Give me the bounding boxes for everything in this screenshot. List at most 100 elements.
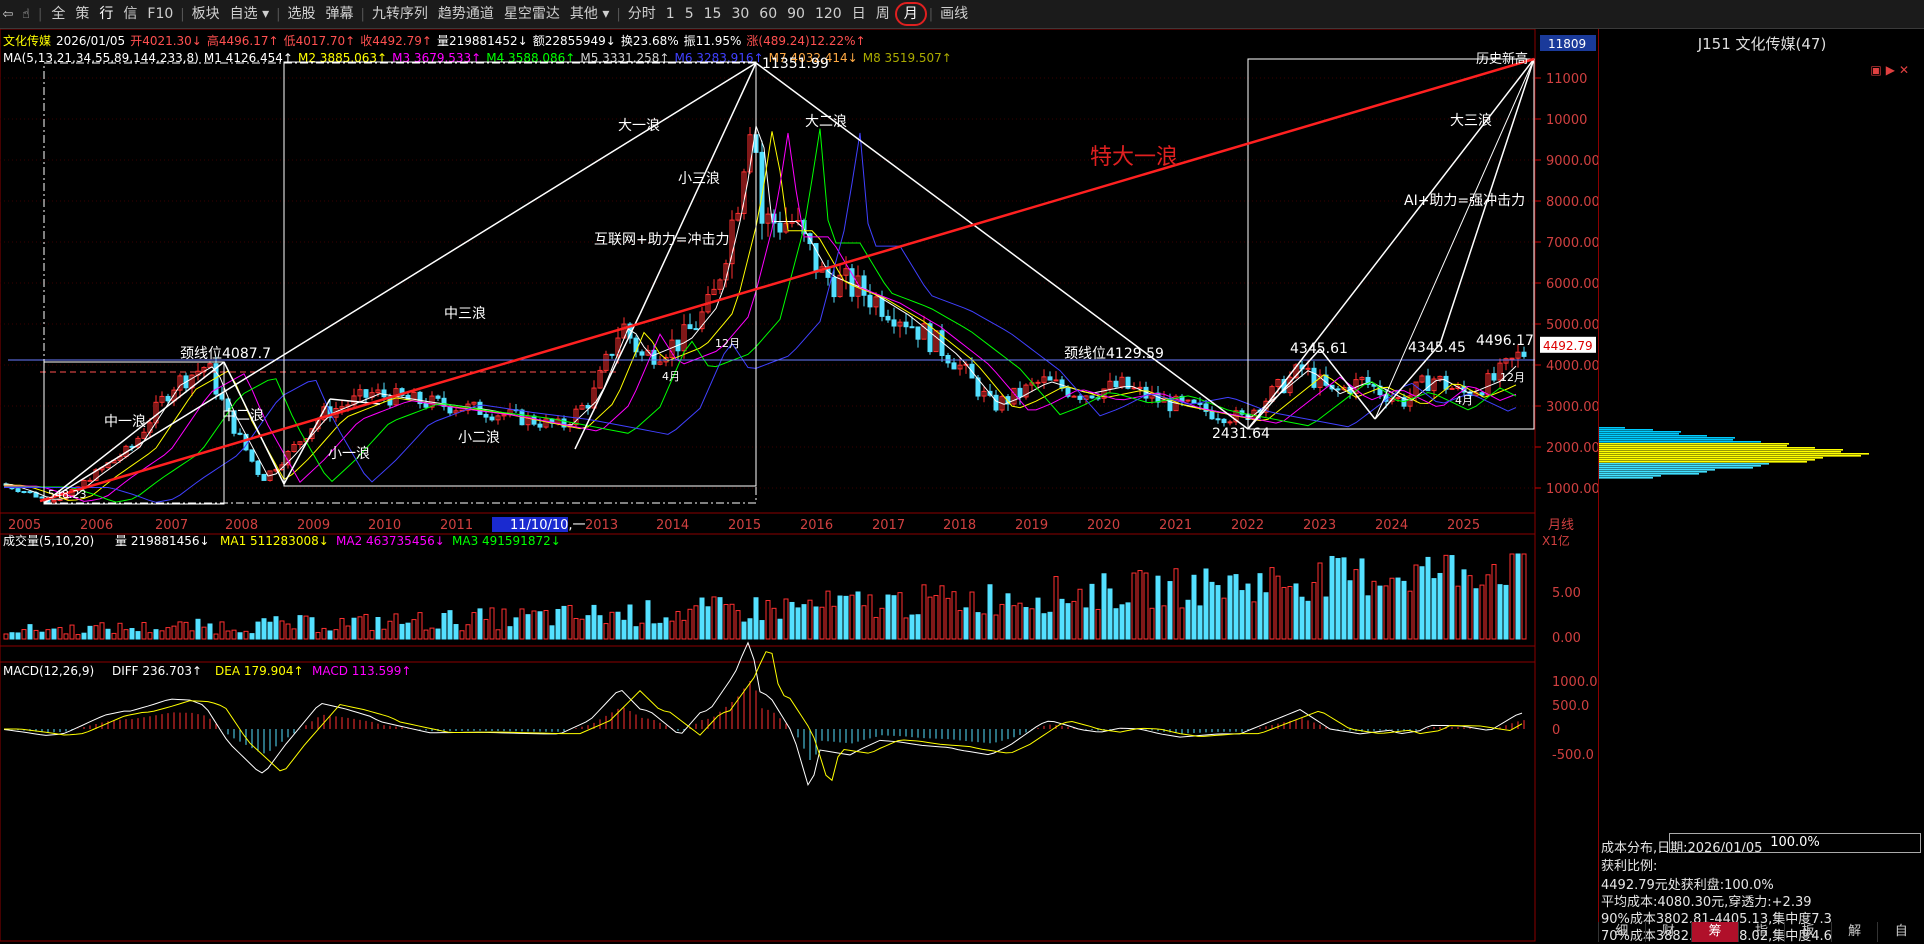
annotation-mid2: 中二浪: [222, 408, 264, 424]
toolbar-item-13[interactable]: 分时: [623, 0, 661, 28]
vol-bar-36: [219, 621, 225, 640]
toolbar-item-11[interactable]: 星空雷达: [499, 0, 565, 28]
toolbar-item-1[interactable]: 策: [70, 0, 94, 28]
year-label-18: 2023: [1303, 518, 1336, 533]
side-tab-0[interactable]: 细: [1598, 922, 1645, 942]
toolbar-item-23[interactable]: 月: [894, 2, 927, 26]
vol-bar-223: [1341, 557, 1347, 640]
vol-bar-208: [1251, 601, 1257, 640]
toolbar-item-2[interactable]: 行: [94, 0, 118, 28]
toolbar-item-5[interactable]: 板块: [187, 0, 225, 28]
side-tab-2[interactable]: 筹: [1691, 922, 1738, 942]
candle-body-70: [423, 403, 429, 408]
year-label-20: 2025: [1447, 518, 1480, 533]
toolbar-item-4[interactable]: F10: [142, 0, 178, 28]
vol-bar-216: [1299, 596, 1305, 640]
vol-bar-205: [1233, 574, 1239, 640]
vol-bar-236: [1419, 566, 1425, 640]
vol-bar-221: [1329, 555, 1335, 640]
toolbar-item-15[interactable]: 5: [680, 0, 699, 28]
toolbar-item-21[interactable]: 日: [847, 0, 871, 28]
vol-bar-1: [9, 632, 15, 640]
vol-bar-199: [1197, 605, 1203, 640]
vol-bar-238: [1431, 578, 1437, 640]
toolbar-item-19[interactable]: 90: [782, 0, 810, 28]
toolbar-item-8[interactable]: 弹幕: [321, 0, 359, 28]
side-tab-4[interactable]: 板: [1784, 922, 1831, 942]
header-vol: 量219881452↓: [437, 34, 528, 48]
vol-bar-4: [27, 624, 33, 640]
vol-bar-244: [1467, 575, 1473, 640]
vol-bar-108: [651, 623, 657, 640]
vol-value: 量 219881456↓: [115, 534, 210, 548]
candle-body-151: [909, 326, 915, 329]
vol-bar-11: [69, 624, 75, 640]
vol-bar-74: [447, 610, 453, 640]
vol-bar-165: [993, 614, 999, 640]
vol-bar-139: [837, 595, 843, 640]
kline-chart-area[interactable]: 文化传媒 2026/01/05 开4021.30↓ 高4496.17↑ 低4017.70…: [0, 29, 1598, 942]
hand-icon[interactable]: ☝: [18, 7, 34, 22]
vol-bar-102: [615, 611, 621, 640]
candle-body-246: [1479, 392, 1485, 396]
vol-bar-188: [1131, 572, 1137, 640]
toolbar-item-12[interactable]: 其他 ▾: [565, 0, 614, 28]
vol-bar-226: [1359, 558, 1365, 640]
price-top-badge: 11809: [1548, 37, 1586, 51]
vol-bar-120: [723, 604, 729, 640]
toolbar-item-22[interactable]: 周: [871, 0, 895, 28]
vol-bar-99: [597, 615, 603, 640]
vol-bar-154: [927, 596, 933, 640]
candle-body-81: [489, 416, 495, 421]
vol-bar-232: [1395, 577, 1401, 640]
toolbar-item-9[interactable]: 九转序列: [367, 0, 433, 28]
toolbar-item-10[interactable]: 趋势通道: [433, 0, 499, 28]
annotation-neck1: 颈线位4087.7: [180, 346, 271, 362]
side-tool-icons[interactable]: ▣▶✕: [1870, 63, 1913, 77]
year-label-14: 2019: [1015, 518, 1048, 533]
toolbar-item-17[interactable]: 30: [726, 0, 754, 28]
vol-bar-105: [633, 626, 639, 640]
vol-bar-137: [825, 590, 831, 640]
toolbar-item-7[interactable]: 选股: [283, 0, 321, 28]
header-name: 文化传媒: [3, 33, 51, 48]
ma-item-7: M8 3519.507↑: [863, 51, 952, 65]
side-tab-1[interactable]: 财: [1644, 922, 1692, 942]
vol-bar-147: [885, 594, 891, 640]
toolbar-item-16[interactable]: 15: [699, 0, 727, 28]
vol-bar-121: [729, 603, 735, 640]
vol-bar-215: [1293, 583, 1299, 640]
candle-body-152: [915, 326, 921, 340]
vol-bar-26: [159, 630, 165, 640]
vol-bar-73: [441, 612, 447, 640]
year-label-9: 2014: [656, 518, 689, 533]
vol-bar-185: [1113, 608, 1119, 640]
vol-bar-207: [1245, 583, 1251, 640]
side-tab-3[interactable]: 指: [1737, 922, 1785, 942]
side-tab-6[interactable]: 自: [1877, 922, 1924, 942]
toolbar-item-18[interactable]: 60: [754, 0, 782, 28]
toolbar-item-20[interactable]: 120: [810, 0, 847, 28]
vol-bar-49: [297, 615, 303, 640]
vol-bar-67: [405, 622, 411, 640]
back-icon[interactable]: ⇦: [0, 7, 16, 22]
side-tab-5[interactable]: 解: [1830, 922, 1878, 942]
vol-bar-167: [1005, 593, 1011, 640]
price-tick-label-3: 8000.00: [1546, 195, 1598, 210]
macd-tick-0: 1000.0: [1552, 675, 1598, 690]
toolbar-item-6[interactable]: 自选 ▾: [225, 0, 274, 28]
vol-bar-170: [1023, 607, 1029, 640]
toolbar-item-3[interactable]: 信: [118, 0, 142, 28]
toolbar-item-24[interactable]: 画线: [935, 0, 973, 28]
vol-bar-76: [459, 630, 465, 640]
vol-bar-78: [471, 612, 477, 640]
vol-bar-34: [207, 623, 213, 640]
vol-bar-31: [189, 630, 195, 640]
toolbar-item-14[interactable]: 1: [661, 0, 680, 28]
toolbar-item-0[interactable]: 全: [46, 0, 70, 28]
vol-bar-246: [1479, 584, 1485, 640]
vol-bar-240: [1443, 554, 1449, 640]
vol-bar-195: [1173, 568, 1179, 640]
vol-bar-173: [1041, 613, 1047, 640]
vol-bar-146: [879, 607, 885, 640]
